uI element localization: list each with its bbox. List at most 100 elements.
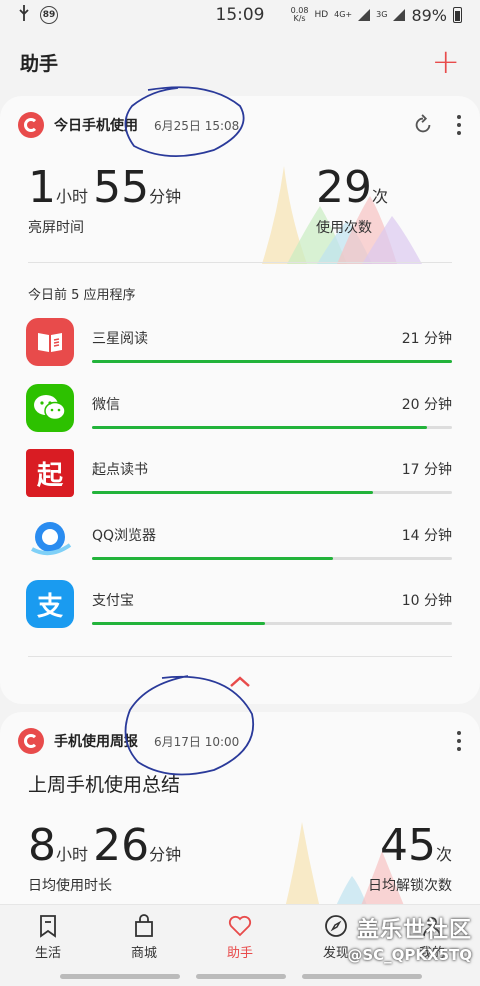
unlocks-caption: 日均解锁次数 xyxy=(368,878,452,894)
watermark-user: @SC_QPKX5TQ xyxy=(347,946,472,964)
today-stats: 1小时 55分钟 亮屏时间 29次 使用次数 xyxy=(28,162,452,272)
minutes-unit: 分钟 xyxy=(149,187,182,206)
card-header: 手机使用周报 6月17日 10:00 xyxy=(18,720,462,762)
more-options-icon[interactable] xyxy=(456,115,462,135)
notification-badge: 89 xyxy=(40,6,58,24)
signal-icon-2 xyxy=(393,6,406,25)
list-item[interactable]: 三星阅读 21 分钟 xyxy=(26,318,452,384)
add-button[interactable]: + xyxy=(432,45,461,79)
nav-label: 发现 xyxy=(322,946,349,961)
usage-bar-fill xyxy=(92,622,265,625)
usage-bar-track xyxy=(92,491,452,494)
weekly-report-card: 手机使用周报 6月17日 10:00 上周手机使用总结 8小时 26分钟 日均使… xyxy=(0,712,480,908)
status-left: 89 xyxy=(18,5,58,25)
assistant-logo-icon xyxy=(18,728,44,754)
signal-icon xyxy=(358,6,371,25)
network-speed-unit: K/s xyxy=(293,14,306,23)
more-options-icon[interactable] xyxy=(456,731,462,751)
app-name: QQ浏览器 xyxy=(92,527,157,544)
network-4g-label: 4G+ xyxy=(334,10,353,19)
app-info: 微信 20 分钟 xyxy=(92,394,452,429)
page-title: 助手 xyxy=(20,52,59,75)
card-actions xyxy=(412,114,462,136)
divider xyxy=(28,262,452,263)
section-label: 今日前 5 应用程序 xyxy=(28,288,136,303)
watermark-title: 盖乐世社区 xyxy=(356,918,472,943)
usage-bar-fill xyxy=(92,425,427,429)
app-info: 起点读书 17 分钟 xyxy=(92,459,452,494)
usage-count-stat: 29次 使用次数 xyxy=(316,162,388,237)
app-name: 微信 xyxy=(92,396,120,413)
usage-bar-track xyxy=(92,425,452,429)
app-time: 14 分钟 xyxy=(401,527,452,544)
usage-bar-track xyxy=(92,622,452,625)
compass-icon xyxy=(325,915,347,937)
usage-bar-track xyxy=(92,360,452,363)
today-usage-card: 今日手机使用 6月25日 15:08 1小时 55分钟 亮屏时间 29次 使用次… xyxy=(0,96,480,704)
usb-icon xyxy=(18,5,30,25)
weekly-minutes: 26 xyxy=(93,820,150,871)
nav-label: 生活 xyxy=(34,946,61,961)
weekly-hours: 8 xyxy=(28,820,56,871)
weekly-hours-unit: 小时 xyxy=(56,845,89,864)
screen-time-stat: 1小时 55分钟 亮屏时间 xyxy=(28,162,181,237)
usage-bar-track xyxy=(92,556,452,560)
list-item[interactable]: 微信 20 分钟 xyxy=(26,383,452,450)
battery-icon xyxy=(453,7,462,23)
card-title: 今日手机使用 xyxy=(54,118,138,134)
gesture-bar-center xyxy=(196,974,286,979)
app-info: 三星阅读 21 分钟 xyxy=(92,328,452,363)
refresh-icon[interactable] xyxy=(412,114,434,136)
book-icon xyxy=(26,318,74,366)
app-name: 起点读书 xyxy=(92,462,148,478)
app-time: 10 分钟 xyxy=(401,593,452,609)
list-item[interactable]: 支 支付宝 10 分钟 xyxy=(26,580,452,646)
alipay-icon: 支 xyxy=(26,580,74,628)
nav-item-life[interactable]: 生活 xyxy=(8,914,88,961)
divider xyxy=(28,656,452,657)
count-unit: 次 xyxy=(372,187,389,206)
app-info: QQ浏览器 14 分钟 xyxy=(92,525,452,560)
shopping-bag-icon xyxy=(135,914,153,937)
app-header: 助手 + xyxy=(0,40,480,84)
nav-item-assistant[interactable]: 助手 xyxy=(200,914,280,961)
usage-bar-fill xyxy=(92,556,334,560)
hd-label: HD xyxy=(314,10,329,20)
app-time: 17 分钟 xyxy=(401,462,452,478)
daily-unlocks-stat: 45次 日均解锁次数 xyxy=(368,820,452,895)
usage-bar-fill xyxy=(92,360,452,363)
weekly-unlocks: 45 xyxy=(379,820,436,871)
bookmark-icon xyxy=(40,915,56,938)
status-right: 0.08 K/s HD 4G+ 3G 89% xyxy=(291,6,462,25)
usage-bar-fill xyxy=(92,491,373,494)
wechat-icon xyxy=(26,383,74,432)
screen-hours: 1 xyxy=(28,162,56,213)
app-name: 三星阅读 xyxy=(92,331,148,347)
nav-label: 助手 xyxy=(226,946,253,961)
daily-duration-stat: 8小时 26分钟 日均使用时长 xyxy=(28,820,181,895)
unlocks-unit: 次 xyxy=(435,845,452,864)
card-title: 手机使用周报 xyxy=(54,734,138,750)
usage-count: 29 xyxy=(316,162,372,213)
qidian-icon: 起 xyxy=(26,449,74,497)
assistant-logo-icon xyxy=(18,112,44,138)
summary-title: 上周手机使用总结 xyxy=(28,774,181,796)
app-time: 21 分钟 xyxy=(401,331,452,347)
list-item[interactable]: 起 起点读书 17 分钟 xyxy=(26,449,452,515)
top-apps-list: 三星阅读 21 分钟 微信 20 分钟 起 起点读书 17 分钟 QQ浏览器 1… xyxy=(26,318,452,646)
network-3g-label: 3G xyxy=(376,10,388,19)
hours-unit: 小时 xyxy=(56,187,89,206)
qq-browser-icon xyxy=(26,514,74,563)
duration-caption: 日均使用时长 xyxy=(28,878,112,894)
heart-icon xyxy=(228,915,252,937)
app-time: 20 分钟 xyxy=(401,396,452,413)
screen-time-caption: 亮屏时间 xyxy=(28,220,84,236)
card-header: 今日手机使用 6月25日 15:08 xyxy=(18,104,462,146)
battery-percent: 89% xyxy=(411,5,447,25)
chevron-up-icon[interactable] xyxy=(228,674,252,688)
screen-minutes: 55 xyxy=(93,162,150,213)
nav-item-mall[interactable]: 商城 xyxy=(104,914,184,961)
card-date: 6月17日 10:00 xyxy=(154,734,240,749)
list-item[interactable]: QQ浏览器 14 分钟 xyxy=(26,514,452,581)
watermark: 盖乐世社区 @SC_QPKX5TQ xyxy=(347,912,472,964)
